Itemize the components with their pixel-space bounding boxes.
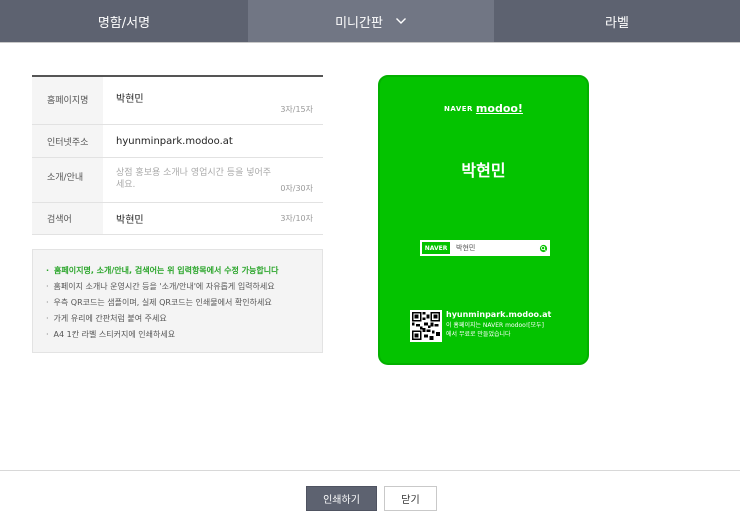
form-row-intro: 소개/안내 상점 홍보용 소개나 영업시간 등을 넣어주세요. 0자/30자 [32, 158, 323, 203]
notice-item: A4 1칸 라벨 스티커지에 인쇄하세요 [46, 327, 322, 343]
sign-description: 이 홈페이지는 NAVER modoo![모두]에서 무료로 만들었습니다 [446, 322, 544, 338]
field-label: 검색어 [32, 203, 103, 234]
close-button[interactable]: 닫기 [384, 486, 437, 511]
tab-label: 명함/서명 [97, 15, 151, 31]
notice-item: 홈페이지 소개나 운영시간 등을 '소개/안내'에 자유롭게 입력하세요 [46, 279, 322, 295]
sign-form: 홈페이지명 박현민 3자/15자 인터넷주소 hyunminpark.modoo… [32, 75, 323, 235]
notice-item: 가게 유리에 간판처럼 붙여 주세요 [46, 311, 322, 327]
char-count: 0자/30자 [280, 184, 313, 193]
form-row-url: 인터넷주소 hyunminpark.modoo.at [32, 125, 323, 158]
naver-search-box: NAVER 박현민 [420, 240, 550, 256]
search-naver-label: NAVER [420, 240, 452, 256]
field-label: 소개/안내 [32, 158, 103, 202]
naver-modoo-logo: NAVER modoo! [380, 102, 587, 115]
tab-label: 라벨 [605, 15, 629, 31]
footer-divider [0, 470, 740, 471]
qr-info: hyunminpark.modoo.at 이 홈페이지는 NAVER modoo… [446, 310, 551, 339]
tab-divider [0, 42, 740, 43]
field-label: 홈페이지명 [32, 77, 103, 124]
notice-box: 홈페이지명, 소개/안내, 검색어는 위 입력항목에서 수정 가능합니다 홈페이… [32, 249, 323, 353]
url-text: hyunminpark.modoo.at [116, 135, 233, 147]
search-keyword: 박현민 [456, 244, 476, 252]
logo-modoo: modoo! [475, 102, 523, 115]
sign-title: 박현민 [461, 161, 506, 180]
form-row-homepage-name: 홈페이지명 박현민 3자/15자 [32, 77, 323, 125]
tab-mini-sign[interactable]: 미니간판 [248, 0, 494, 42]
homepage-name-value: 박현민 [116, 94, 144, 105]
keyword-input[interactable]: 박현민 3자/10자 [103, 203, 323, 234]
sign-url: hyunminpark.modoo.at [446, 310, 552, 319]
print-button[interactable]: 인쇄하기 [306, 486, 377, 511]
tab-label-sticker[interactable]: 라벨 [494, 0, 740, 42]
logo-naver: NAVER [444, 104, 473, 113]
homepage-name-input[interactable]: 박현민 3자/15자 [103, 77, 323, 124]
tab-bar: 명함/서명 미니간판 라벨 [0, 0, 740, 42]
char-count: 3자/15자 [280, 105, 313, 114]
search-icon [536, 241, 550, 255]
char-count: 3자/10자 [280, 214, 313, 223]
tab-label: 미니간판 [335, 15, 383, 31]
intro-placeholder: 상점 홍보용 소개나 영업시간 등을 넣어주세요. [116, 168, 272, 190]
notice-item: 우측 QR코드는 샘플이며, 실제 QR코드는 인쇄물에서 확인하세요 [46, 295, 322, 311]
url-value: hyunminpark.modoo.at [103, 125, 323, 157]
intro-textarea[interactable]: 상점 홍보용 소개나 영업시간 등을 넣어주세요. 0자/30자 [103, 158, 323, 202]
form-row-keyword: 검색어 박현민 3자/10자 [32, 203, 323, 235]
chevron-down-icon [395, 18, 406, 24]
field-label: 인터넷주소 [32, 125, 103, 157]
qr-code-icon [410, 310, 442, 342]
notice-item: 홈페이지명, 소개/안내, 검색어는 위 입력항목에서 수정 가능합니다 [46, 263, 322, 279]
mini-sign-preview: NAVER modoo! 박현민 NAVER 박현민 hyunminpark.m… [378, 75, 589, 365]
keyword-value: 박현민 [116, 215, 144, 226]
tab-business-card[interactable]: 명함/서명 [0, 0, 248, 42]
